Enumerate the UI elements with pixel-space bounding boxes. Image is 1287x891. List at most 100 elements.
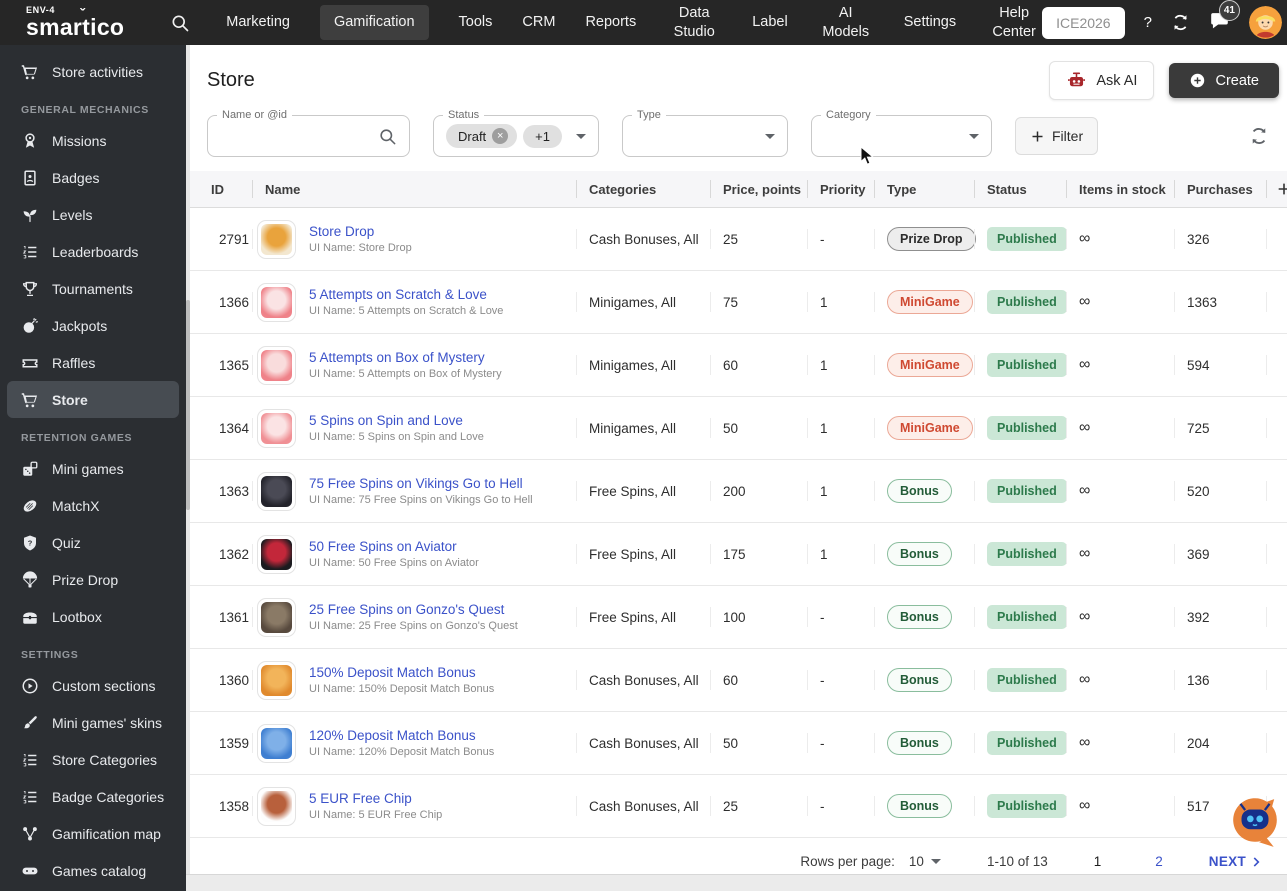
name-filter-input[interactable]: Name or @id <box>207 109 410 157</box>
item-thumbnail <box>257 345 296 385</box>
sidebar-item-store[interactable]: Store <box>7 381 179 418</box>
filter-button-label: Filter <box>1052 128 1084 144</box>
create-button[interactable]: Create <box>1169 63 1279 98</box>
chevron-down-icon <box>576 133 586 139</box>
list-ordered-icon <box>21 243 39 261</box>
sidebar-item-store-categories[interactable]: Store Categories <box>0 741 186 778</box>
filter-bar: Name or @id Status Draft × +1 Type Categ… <box>190 100 1287 157</box>
item-name-link[interactable]: 5 Attempts on Box of Mystery <box>309 350 502 365</box>
sidebar-item-matchx[interactable]: MatchX <box>0 487 186 524</box>
sidebar-scrollbar-thumb[interactable] <box>186 300 190 510</box>
column-header-categories[interactable]: Categories <box>576 171 710 207</box>
item-type-chip: Bonus <box>887 668 952 692</box>
item-name-link[interactable]: 75 Free Spins on Vikings Go to Hell <box>309 476 533 491</box>
sidebar-item-missions[interactable]: Missions <box>0 122 186 159</box>
status-chip-draft[interactable]: Draft × <box>446 124 518 148</box>
item-name-link[interactable]: 5 EUR Free Chip <box>309 791 442 806</box>
row-name-cell: Store Drop UI Name: Store Drop <box>252 208 576 270</box>
type-filter-select[interactable]: Type <box>622 109 788 157</box>
rows-per-page-select[interactable]: 10 <box>909 854 941 869</box>
nav-item-reports[interactable]: Reports <box>585 13 636 32</box>
sidebar-item-tournaments[interactable]: Tournaments <box>0 270 186 307</box>
plus-icon <box>1030 129 1045 144</box>
status-chip-more[interactable]: +1 <box>523 124 562 148</box>
tag-question-icon: ? <box>21 534 39 552</box>
chat-widget-button[interactable] <box>1228 795 1282 849</box>
row-status-cell: Published <box>974 208 1067 270</box>
item-name-link[interactable]: 120% Deposit Match Bonus <box>309 728 494 743</box>
category-filter-select[interactable]: Category <box>811 109 992 157</box>
sidebar-item-quiz[interactable]: ? Quiz <box>0 524 186 561</box>
item-type-chip: Prize Drop <box>887 227 976 251</box>
search-icon[interactable] <box>170 13 190 33</box>
status-filter-select[interactable]: Status Draft × +1 <box>433 109 599 157</box>
column-header-priority[interactable]: Priority <box>807 171 874 207</box>
sync-icon[interactable] <box>1171 13 1190 32</box>
sidebar-item-mini-games[interactable]: Mini games <box>0 450 186 487</box>
sidebar-item-levels[interactable]: Levels <box>0 196 186 233</box>
add-column-button[interactable] <box>1266 171 1287 207</box>
item-type-chip: MiniGame <box>887 416 973 440</box>
row-price: 75 <box>710 271 807 333</box>
main-content: Store Ask AI Create Name or @id Status D… <box>190 45 1287 874</box>
next-page-button[interactable]: NEXT <box>1209 854 1263 869</box>
column-header-id[interactable]: ID <box>206 171 252 207</box>
nav-item-data-studio[interactable]: Data Studio <box>666 4 722 42</box>
column-header-purchases[interactable]: Purchases <box>1174 171 1266 207</box>
nav-item-settings[interactable]: Settings <box>904 13 956 32</box>
sidebar-item-store-activities[interactable]: Store activities <box>0 53 186 90</box>
sidebar-item-label: MatchX <box>52 497 100 514</box>
sidebar-item-mini-games-skins[interactable]: Mini games' skins <box>0 704 186 741</box>
item-name-link[interactable]: 25 Free Spins on Gonzo's Quest <box>309 602 518 617</box>
column-header-status[interactable]: Status <box>974 171 1066 207</box>
nav-item-label[interactable]: Label <box>752 13 787 32</box>
sidebar-item-badge-categories[interactable]: Badge Categories <box>0 778 186 815</box>
nav-item-crm[interactable]: CRM <box>522 13 555 32</box>
nav-item-ai-models[interactable]: AI Models <box>818 4 874 42</box>
ask-ai-button[interactable]: Ask AI <box>1049 61 1155 100</box>
item-name-link[interactable]: 5 Spins on Spin and Love <box>309 413 484 428</box>
column-header-items-in-stock[interactable]: Items in stock <box>1066 171 1174 207</box>
remove-chip-icon[interactable]: × <box>492 128 509 144</box>
column-header-name[interactable]: Name <box>252 171 576 207</box>
sidebar-item-raffles[interactable]: Raffles <box>0 344 186 381</box>
status-badge: Published <box>987 605 1067 629</box>
help-icon[interactable]: ? <box>1144 14 1152 31</box>
sidebar-item-leaderboards[interactable]: Leaderboards <box>0 233 186 270</box>
row-items-in-stock: ∞ <box>1066 712 1174 774</box>
page-button-1[interactable]: 1 <box>1094 854 1102 869</box>
nav-item-gamification[interactable]: Gamification <box>319 5 429 40</box>
nav-item-marketing[interactable]: Marketing <box>226 13 290 32</box>
row-type-cell: MiniGame <box>874 397 974 459</box>
item-name-link[interactable]: 50 Free Spins on Aviator <box>309 539 479 554</box>
sidebar-scrollbar[interactable] <box>186 45 190 874</box>
notifications-button[interactable]: 41 <box>1209 0 1240 36</box>
item-type-chip: Bonus <box>887 605 952 629</box>
column-header-type[interactable]: Type <box>874 171 974 207</box>
sidebar-item-gamification-map[interactable]: Gamification map <box>0 815 186 852</box>
row-actions-cell <box>1266 208 1287 270</box>
column-header-price-points[interactable]: Price, points <box>710 171 807 207</box>
sidebar-item-custom-sections[interactable]: Custom sections <box>0 667 186 704</box>
item-name-link[interactable]: 5 Attempts on Scratch & Love <box>309 287 503 302</box>
nav-item-help-center[interactable]: Help Center <box>986 4 1042 42</box>
row-name-cell: 120% Deposit Match Bonus UI Name: 120% De… <box>252 712 576 774</box>
item-name-link[interactable]: Store Drop <box>309 224 412 239</box>
refresh-icon[interactable] <box>1249 126 1269 146</box>
sidebar-item-prize-drop[interactable]: Prize Drop <box>0 561 186 598</box>
sidebar-item-games-catalog[interactable]: Games catalog <box>0 852 186 889</box>
sidebar-item-badges[interactable]: Badges <box>0 159 186 196</box>
add-filter-button[interactable]: Filter <box>1015 117 1099 155</box>
nav-item-tools[interactable]: Tools <box>459 13 493 32</box>
brand-logo[interactable]: ENV-4 smartico <box>26 6 124 39</box>
workspace-selector[interactable]: ICE2026 <box>1042 6 1125 39</box>
ball-icon <box>21 497 39 515</box>
user-avatar[interactable] <box>1248 6 1282 39</box>
row-type-cell: Bonus <box>874 523 974 585</box>
sidebar-item-lootbox[interactable]: Lootbox <box>0 598 186 635</box>
sidebar-item-jackpots[interactable]: Jackpots <box>0 307 186 344</box>
item-name-wrap: Store Drop UI Name: Store Drop <box>309 224 412 254</box>
horizontal-scrollbar[interactable] <box>186 874 1287 891</box>
item-name-link[interactable]: 150% Deposit Match Bonus <box>309 665 494 680</box>
page-button-2[interactable]: 2 <box>1155 854 1163 869</box>
